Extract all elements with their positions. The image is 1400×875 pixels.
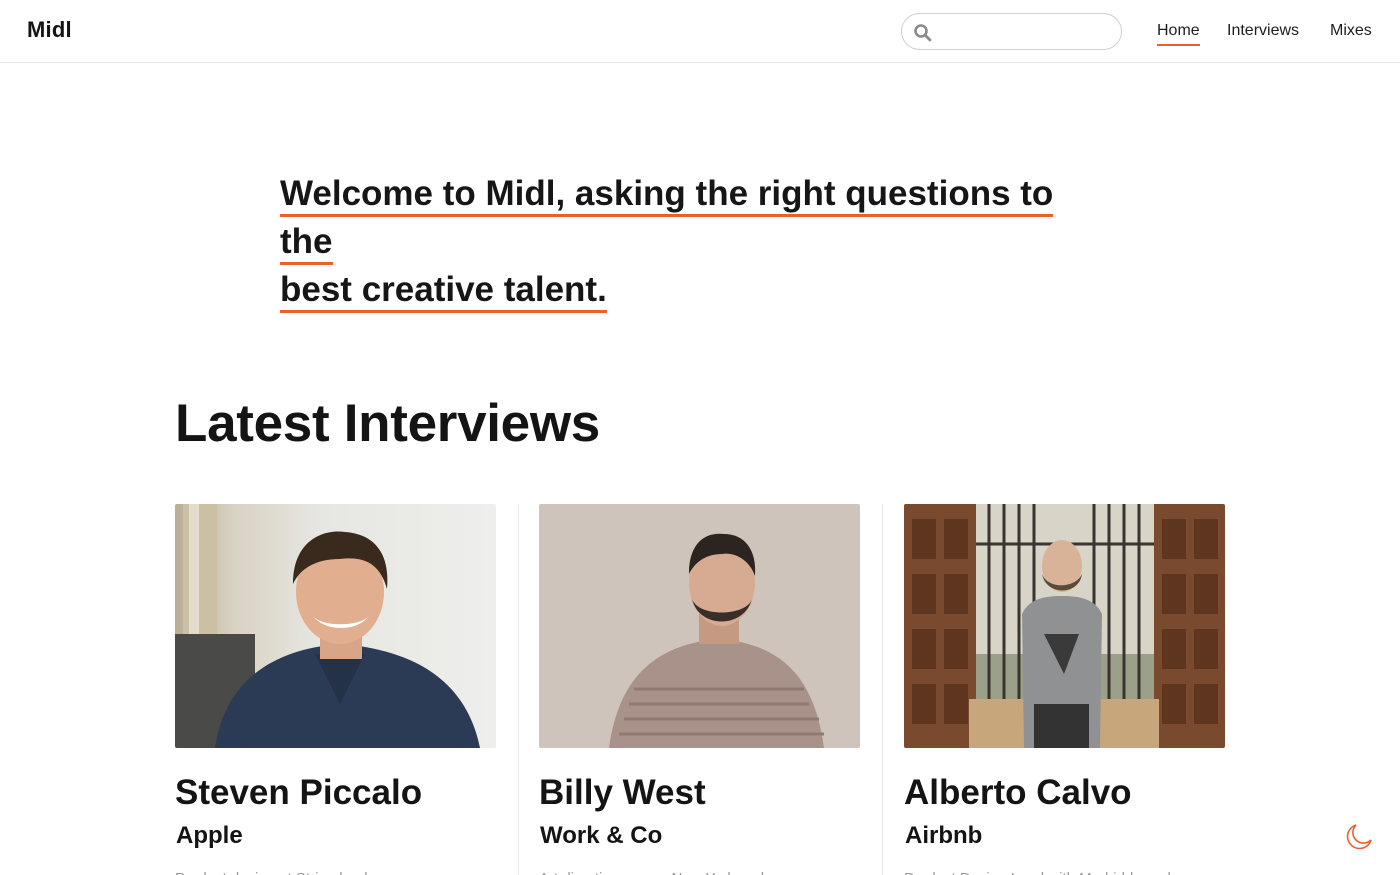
interviewee-name[interactable]: Alberto Calvo (904, 773, 1132, 813)
interview-card[interactable]: Billy West Work & Co Art direction acros… (539, 504, 860, 875)
search-input[interactable] (942, 20, 1112, 44)
interview-excerpt: Product design at Stripe lead... (175, 866, 496, 875)
hero-tagline-line2[interactable]: best creative talent. (280, 270, 607, 313)
hero-tagline: Welcome to Midl, asking the right questi… (280, 170, 1100, 314)
site-header: Midl Home Interviews Mixes (0, 0, 1400, 63)
interviewee-photo[interactable] (175, 504, 496, 748)
interviewee-name[interactable]: Billy West (539, 773, 706, 813)
interviewee-company: Work & Co (540, 822, 663, 849)
interviewee-name[interactable]: Steven Piccalo (175, 773, 422, 813)
interview-card[interactable]: Alberto Calvo Airbnb Product Design Lead… (904, 504, 1225, 875)
card-divider (882, 504, 883, 875)
interviewee-company: Apple (176, 822, 243, 849)
section-title: Latest Interviews (175, 394, 600, 453)
card-divider (518, 504, 519, 875)
hero-tagline-line1[interactable]: Welcome to Midl, asking the right questi… (280, 174, 1054, 265)
interview-excerpt: Art direction across New York and... (539, 866, 860, 875)
interview-card[interactable]: Steven Piccalo Apple Product design at S… (175, 504, 496, 875)
theme-toggle-button[interactable] (1344, 820, 1376, 852)
interviewee-photo[interactable] (904, 504, 1225, 748)
nav-home[interactable]: Home (1157, 22, 1200, 46)
interviewee-photo[interactable] (539, 504, 860, 748)
nav-mixes[interactable]: Mixes (1330, 22, 1372, 40)
search-icon (914, 24, 932, 42)
search-box[interactable] (901, 13, 1122, 50)
interview-excerpt: Product Design Lead with Madrid-based... (904, 866, 1225, 875)
moon-icon (1346, 824, 1372, 850)
site-logo[interactable]: Midl (27, 17, 72, 43)
nav-interviews[interactable]: Interviews (1227, 22, 1299, 40)
interviewee-company: Airbnb (905, 822, 983, 849)
